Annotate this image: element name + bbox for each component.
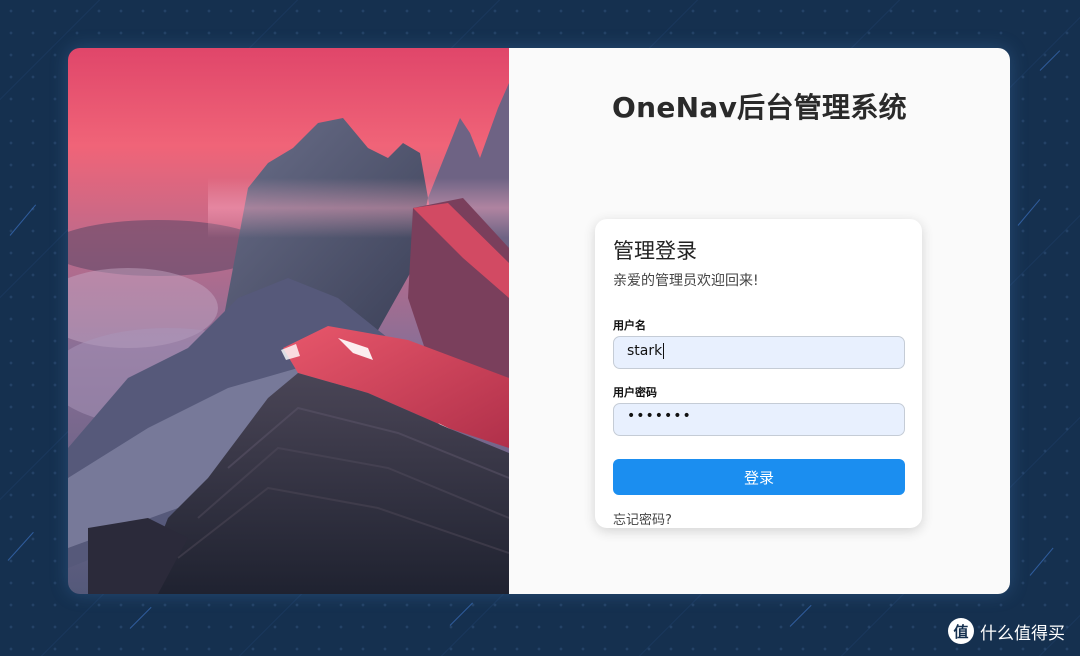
username-field-wrapper: stark <box>613 336 905 369</box>
login-heading: 管理登录 <box>613 239 697 263</box>
background-streak <box>1029 547 1054 576</box>
smzdm-logo-icon: 值 <box>948 618 974 644</box>
password-input[interactable] <box>613 403 905 436</box>
background-streak <box>1017 199 1041 226</box>
watermark: 值 什么值得买 <box>948 618 1065 644</box>
password-label: 用户密码 <box>613 386 657 399</box>
username-label: 用户名 <box>613 319 646 332</box>
username-input[interactable] <box>613 336 905 369</box>
background-streak <box>1039 50 1061 71</box>
background-streak <box>449 602 473 626</box>
forgot-password-link[interactable]: 忘记密码? <box>613 509 672 528</box>
site-title: OneNav后台管理系统 <box>612 91 907 124</box>
login-form: 管理登录 亲爱的管理员欢迎回来! 用户名 stark 用户密码 ••••••• … <box>595 219 922 528</box>
hero-image <box>68 48 509 594</box>
login-card: OneNav后台管理系统 管理登录 亲爱的管理员欢迎回来! 用户名 stark … <box>68 48 1010 594</box>
background-streak <box>129 606 152 629</box>
watermark-text: 什么值得买 <box>980 623 1065 644</box>
mountain-landscape-image <box>68 48 509 594</box>
password-field-wrapper: ••••••• <box>613 403 905 436</box>
background-streak <box>789 604 812 627</box>
background-streak <box>9 204 37 236</box>
background-streak <box>7 531 34 561</box>
login-panel: OneNav后台管理系统 管理登录 亲爱的管理员欢迎回来! 用户名 stark … <box>509 48 1010 594</box>
login-button[interactable]: 登录 <box>613 459 905 495</box>
login-subtitle: 亲爱的管理员欢迎回来! <box>613 273 759 289</box>
